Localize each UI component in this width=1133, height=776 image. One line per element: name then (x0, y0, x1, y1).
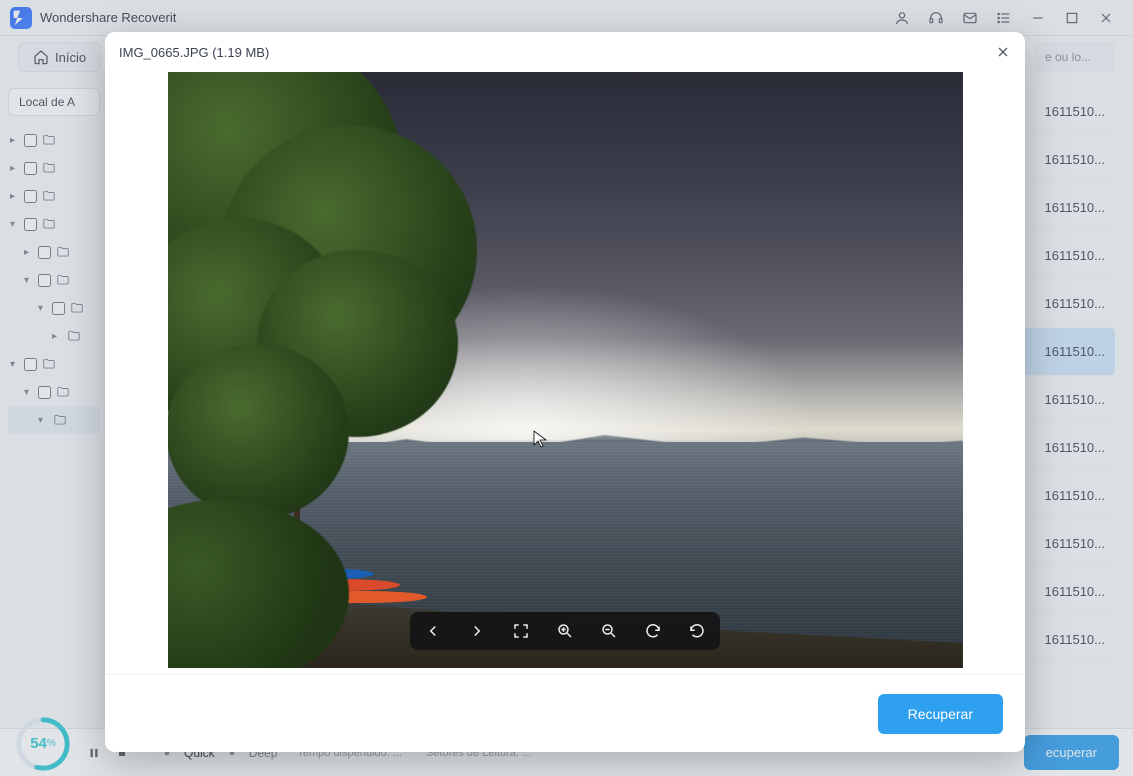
next-button[interactable] (464, 618, 490, 644)
recover-button-modal[interactable]: Recuperar (878, 694, 1003, 734)
preview-zone (105, 72, 1025, 674)
preview-modal: IMG_0665.JPG (1.19 MB) (105, 32, 1025, 752)
rotate-cw-button[interactable] (640, 618, 666, 644)
rotate-ccw-button[interactable] (684, 618, 710, 644)
modal-close-button[interactable] (995, 44, 1011, 60)
modal-title: IMG_0665.JPG (1.19 MB) (119, 45, 269, 60)
zoom-in-button[interactable] (552, 618, 578, 644)
tree (168, 72, 514, 668)
cursor-icon (533, 430, 549, 450)
modal-header: IMG_0665.JPG (1.19 MB) (105, 32, 1025, 72)
prev-button[interactable] (420, 618, 446, 644)
fullscreen-button[interactable] (508, 618, 534, 644)
modal-footer: Recuperar (105, 674, 1025, 752)
image-toolbar (410, 612, 720, 650)
zoom-out-button[interactable] (596, 618, 622, 644)
preview-image (168, 72, 963, 668)
